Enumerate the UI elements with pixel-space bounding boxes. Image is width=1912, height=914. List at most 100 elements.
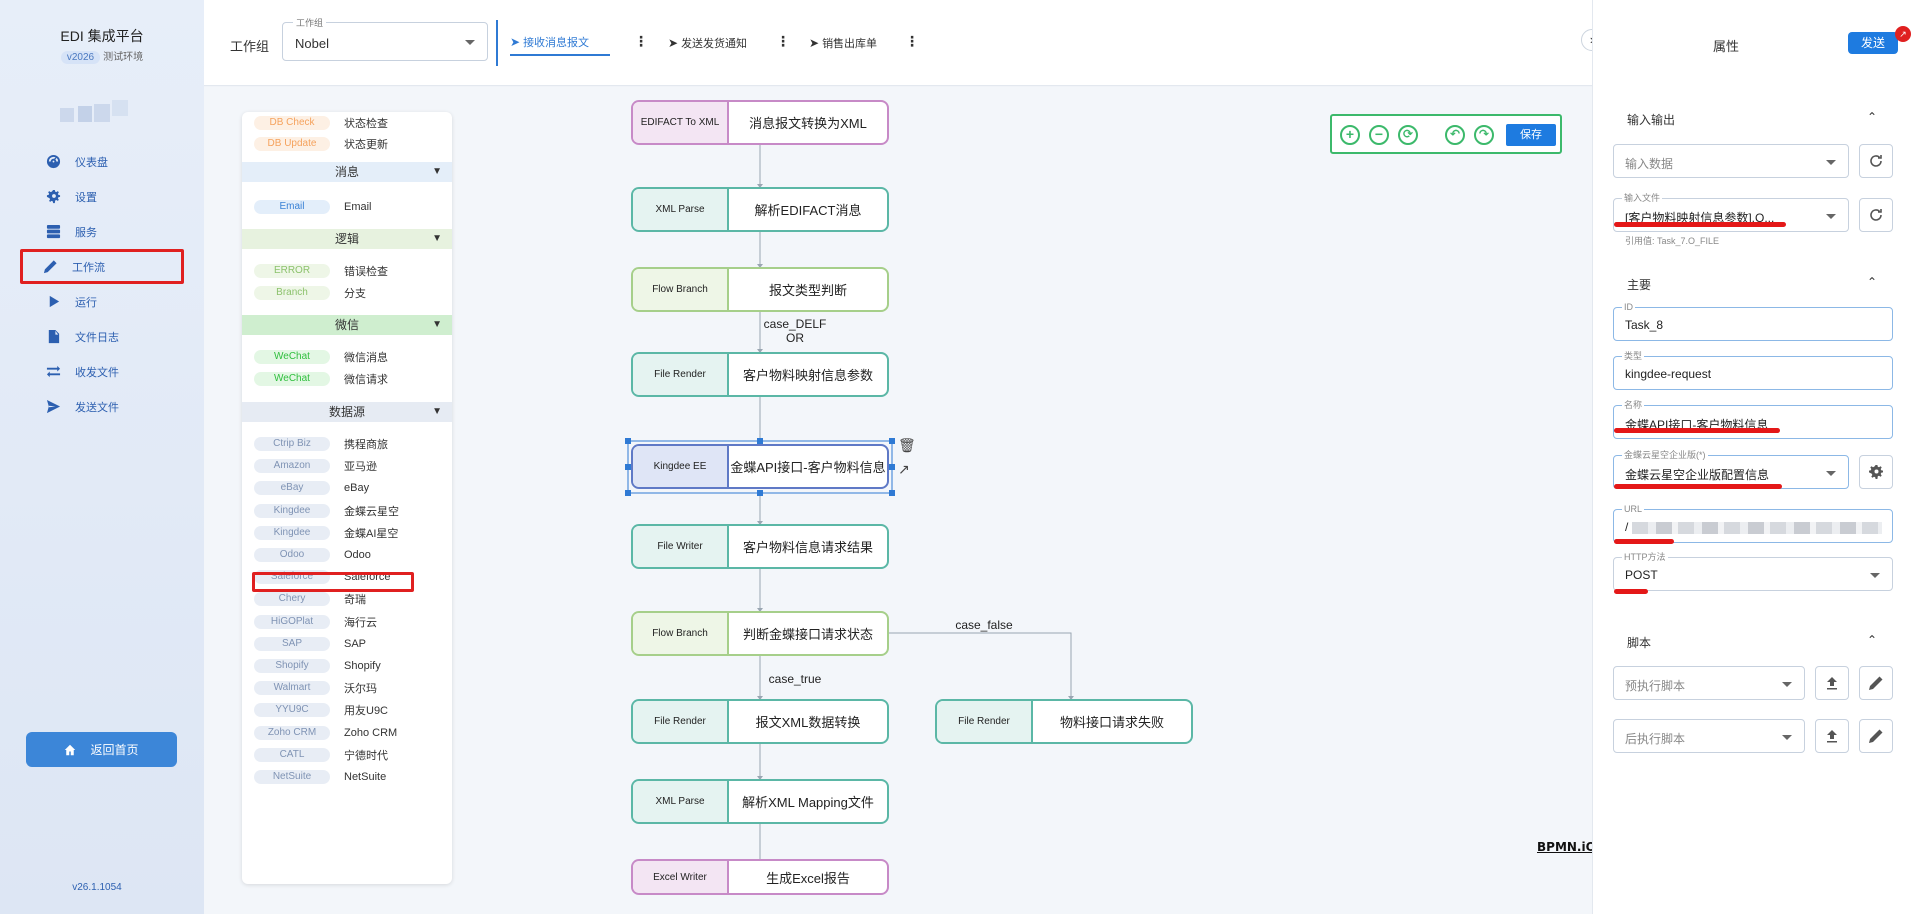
chevron-up-icon[interactable]: ⌃ bbox=[1867, 633, 1877, 647]
palette-section-logic[interactable]: 逻辑 ▼ bbox=[242, 229, 452, 249]
flow-node[interactable]: File Writer 客户物料信息请求结果 bbox=[631, 524, 889, 569]
id-field[interactable]: ID Task_8 bbox=[1613, 302, 1893, 341]
sidebar-item-send-files[interactable]: 发送文件 bbox=[22, 389, 182, 424]
palette-item[interactable]: WeChat 微信请求 bbox=[242, 369, 452, 389]
palette-item[interactable]: Kingdee 金蝶云星空 bbox=[242, 501, 452, 521]
sidebar-item-workflow[interactable]: 工作流 bbox=[20, 249, 184, 284]
type-field[interactable]: 类型 kingdee-request bbox=[1613, 351, 1893, 390]
palette-item[interactable]: Chery 奇瑞 bbox=[242, 589, 452, 609]
upload-button[interactable] bbox=[1815, 666, 1849, 700]
chevron-up-icon[interactable]: ⌃ bbox=[1867, 110, 1877, 124]
input-data-select[interactable]: 输入数据 bbox=[1613, 144, 1849, 178]
reset-zoom-icon[interactable]: ⟳ bbox=[1398, 125, 1418, 145]
sidebar-item-exchange-files[interactable]: 收发文件 bbox=[22, 354, 182, 389]
flow-node[interactable]: Flow Branch 判断金蝶接口请求状态 bbox=[631, 611, 889, 656]
palette-item[interactable]: HiGOPlat 海行云 bbox=[242, 612, 452, 632]
node-type: Excel Writer bbox=[633, 861, 729, 893]
workgroup-select-value: Nobel bbox=[295, 36, 329, 51]
palette-item[interactable]: Shopify Shopify bbox=[242, 656, 452, 676]
tab-menu-icon[interactable]: ⋮ bbox=[776, 34, 790, 48]
palette-item[interactable]: Ctrip Biz 携程商旅 bbox=[242, 434, 452, 454]
properties-panel: 属性 发送 ↗ 输入输出 ⌃ 输入数据 输入文件 [客户物料映射信息参数].O.… bbox=[1592, 0, 1912, 914]
tab-shipping-notice[interactable]: ➤ 发送发货通知 bbox=[668, 30, 747, 56]
chevron-up-icon[interactable]: ⌃ bbox=[1867, 275, 1877, 289]
node-type: File Render bbox=[937, 701, 1033, 742]
sidebar-item-dashboard[interactable]: 仪表盘 bbox=[22, 144, 182, 179]
palette-item[interactable]: SAP SAP bbox=[242, 634, 452, 654]
edit-button[interactable] bbox=[1859, 666, 1893, 700]
flow-node[interactable]: File Render 物料接口请求失败 bbox=[935, 699, 1193, 744]
save-button[interactable]: 保存 bbox=[1506, 124, 1556, 146]
bpmn-io-logo[interactable]: BPMN.iO bbox=[1537, 840, 1596, 854]
node-name: 客户物料信息请求结果 bbox=[742, 540, 873, 555]
zoom-out-icon[interactable]: − bbox=[1369, 125, 1389, 145]
field-label: 名称 bbox=[1622, 400, 1645, 410]
sidebar-item-services[interactable]: 服务 bbox=[22, 214, 182, 249]
node-type: EDIFACT To XML bbox=[633, 102, 729, 143]
trash-icon[interactable]: 🗑 bbox=[898, 437, 916, 454]
flow-node[interactable]: XML Parse 解析XML Mapping文件 bbox=[631, 779, 889, 824]
palette-item[interactable]: Branch 分支 bbox=[242, 283, 452, 303]
flow-node[interactable]: File Render 客户物料映射信息参数 bbox=[631, 352, 889, 397]
flow-node[interactable]: File Render 报文XML数据转换 bbox=[631, 699, 889, 744]
flow-node[interactable]: XML Parse 解析EDIFACT消息 bbox=[631, 187, 889, 232]
palette-section-wechat[interactable]: 微信 ▼ bbox=[242, 315, 452, 335]
edge-label: case_false bbox=[955, 618, 1013, 632]
name-field[interactable]: 名称 金蝶API接口-客户物料信息 bbox=[1613, 400, 1893, 439]
tab-menu-icon[interactable]: ⋮ bbox=[634, 34, 648, 48]
redo-icon[interactable]: ↷ bbox=[1474, 125, 1494, 145]
send-icon: ➤ bbox=[668, 36, 679, 50]
palette-item[interactable]: Kingdee 金蝶AI星空 bbox=[242, 523, 452, 543]
palette-item[interactable]: WeChat 微信消息 bbox=[242, 347, 452, 367]
header: 工作组 工作组 Nobel ➤ 接收消息报文 ⋮ ➤ 发送发货通知 ⋮ ➤ 销售… bbox=[204, 0, 1592, 86]
palette-item[interactable]: Amazon 亚马逊 bbox=[242, 456, 452, 476]
flow-node[interactable]: Excel Writer 生成Excel报告 bbox=[631, 859, 889, 895]
palette-item[interactable]: DB Check 状态检查 bbox=[242, 113, 452, 133]
node-name: 生成Excel报告 bbox=[766, 870, 850, 886]
post-script-select[interactable]: 后执行脚本 bbox=[1613, 719, 1805, 753]
workflow-canvas[interactable]: DB Check 状态检查 DB Update 状态更新 消息 ▼ Email … bbox=[204, 87, 1596, 914]
tab-menu-icon[interactable]: ⋮ bbox=[905, 34, 919, 48]
pre-script-select[interactable]: 预执行脚本 bbox=[1613, 666, 1805, 700]
refresh-button[interactable] bbox=[1859, 198, 1893, 232]
palette-item[interactable]: NetSuite NetSuite bbox=[242, 767, 452, 787]
sidebar-item-settings[interactable]: 设置 bbox=[22, 179, 182, 214]
palette-item[interactable]: Email Email bbox=[242, 197, 452, 217]
gear-icon bbox=[46, 189, 61, 204]
upload-button[interactable] bbox=[1815, 719, 1849, 753]
edit-button[interactable] bbox=[1859, 719, 1893, 753]
zoom-in-icon[interactable]: + bbox=[1340, 125, 1360, 145]
workgroup-select[interactable]: 工作组 Nobel bbox=[282, 16, 488, 61]
connect-arrow-icon[interactable]: ↗ bbox=[898, 461, 910, 478]
palette-chip: Email bbox=[254, 200, 330, 214]
palette-item[interactable]: DB Update 状态更新 bbox=[242, 134, 452, 154]
tab-receive-message[interactable]: ➤ 接收消息报文 bbox=[510, 30, 610, 56]
palette-item[interactable]: ERROR 错误检查 bbox=[242, 261, 452, 281]
palette-item[interactable]: eBay eBay bbox=[242, 478, 452, 498]
palette-item[interactable]: CATL 宁德时代 bbox=[242, 745, 452, 765]
palette-item[interactable]: Odoo Odoo bbox=[242, 545, 452, 565]
red-annotation bbox=[1614, 222, 1786, 227]
url-field[interactable]: URL / bbox=[1613, 504, 1893, 543]
flow-node[interactable]: Flow Branch 报文类型判断 bbox=[631, 267, 889, 312]
chevron-down-icon bbox=[1870, 573, 1880, 578]
config-settings-button[interactable] bbox=[1859, 455, 1893, 489]
palette-section-datasource[interactable]: 数据源 ▼ bbox=[242, 402, 452, 422]
sidebar-item-file-log[interactable]: 文件日志 bbox=[22, 319, 182, 354]
sidebar-item-run[interactable]: 运行 bbox=[22, 284, 182, 319]
play-icon bbox=[49, 295, 60, 308]
flow-node[interactable]: EDIFACT To XML 消息报文转换为XML bbox=[631, 100, 889, 145]
send-button[interactable]: 发送 bbox=[1848, 32, 1898, 54]
sidebar-item-label: 收发文件 bbox=[75, 366, 119, 379]
palette-item[interactable]: Zoho CRM Zoho CRM bbox=[242, 723, 452, 743]
home-button[interactable]: 返回首页 bbox=[26, 732, 177, 767]
palette-chip: NetSuite bbox=[254, 770, 330, 784]
undo-icon[interactable]: ↶ bbox=[1445, 125, 1465, 145]
http-method-select[interactable]: HTTP方法 POST bbox=[1613, 552, 1893, 591]
palette-item[interactable]: Walmart 沃尔玛 bbox=[242, 678, 452, 698]
palette-item[interactable]: YYU9C 用友U9C bbox=[242, 700, 452, 720]
flow-node-selected[interactable]: Kingdee EE 金蝶API接口-客户物料信息 bbox=[631, 444, 889, 489]
tab-sales-outbound[interactable]: ➤ 销售出库单 bbox=[809, 30, 877, 56]
palette-section-message[interactable]: 消息 ▼ bbox=[242, 162, 452, 182]
refresh-button[interactable] bbox=[1859, 144, 1893, 178]
